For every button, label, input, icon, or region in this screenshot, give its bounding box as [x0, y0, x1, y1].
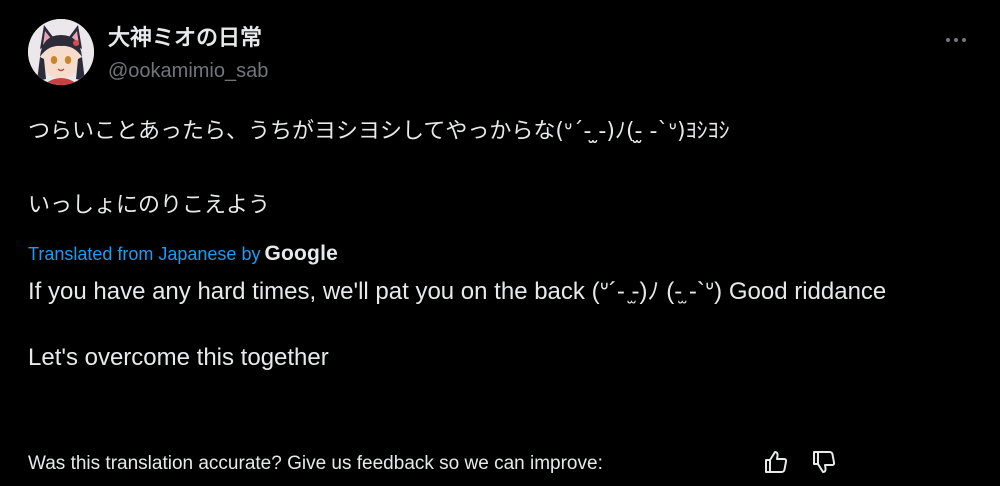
translation-line: Let's overcome this together [28, 344, 329, 371]
translation-line: If you have any hard times, we'll pat yo… [28, 278, 887, 305]
original-line: つらいことあったら、うちがヨシヨシしてやっからな(ᐡ´- ̫-)ﾉ(-̫ -`ᐡ… [28, 119, 730, 144]
post-header: 大神ミオの日常 @ookamimio_sab [28, 19, 980, 89]
post-original-text: つらいことあったら、うちがヨシヨシしてやっからな(ᐡ´- ̫-)ﾉ(-̫ -`ᐡ… [28, 116, 978, 222]
author-names: 大神ミオの日常 @ookamimio_sab [108, 24, 268, 86]
avatar[interactable] [28, 19, 94, 85]
translated-by-label: Translated from Japanese by [28, 244, 261, 264]
translation-feedback-prompt: Was this translation accurate? Give us f… [28, 453, 603, 474]
original-line: いっしょにのりこえよう [28, 193, 271, 218]
more-dots-icon[interactable] [944, 28, 978, 52]
thumbs-down-icon[interactable] [810, 448, 838, 476]
post-translation: If you have any hard times, we'll pat yo… [28, 276, 983, 374]
thumbs-up-icon[interactable] [762, 448, 790, 476]
translated-by-link[interactable]: Translated from Japanese by Google [28, 240, 338, 268]
user-handle[interactable]: @ookamimio_sab [108, 56, 268, 86]
display-name[interactable]: 大神ミオの日常 [108, 24, 268, 54]
avatar-image [28, 19, 94, 85]
google-logo: Google [264, 242, 338, 265]
